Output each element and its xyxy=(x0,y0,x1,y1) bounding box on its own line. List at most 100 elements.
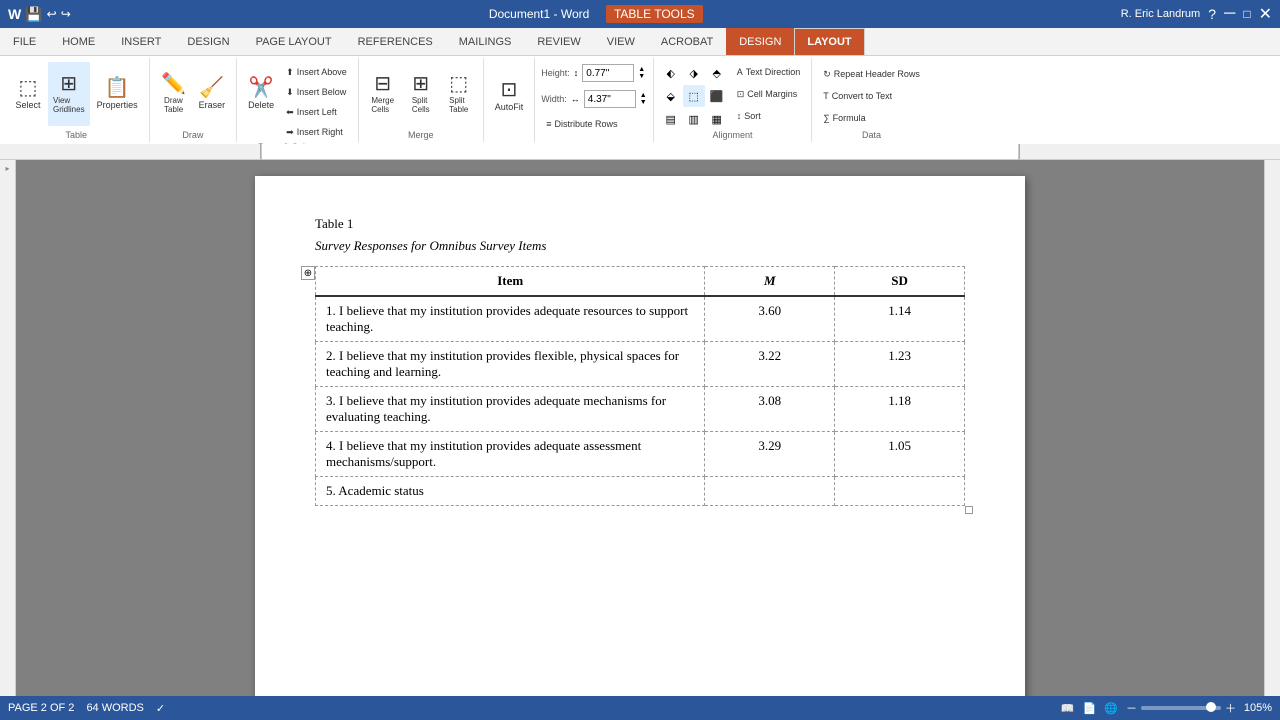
ruler xyxy=(0,144,1280,160)
row2-sd: 1.23 xyxy=(835,342,965,387)
tab-review[interactable]: REVIEW xyxy=(524,28,593,55)
convert-to-text-icon: T xyxy=(823,91,829,101)
text-direction-btn[interactable]: A Text Direction xyxy=(732,62,806,82)
merge-cells-btn[interactable]: ⊟ MergeCells xyxy=(365,62,401,126)
tab-home[interactable]: HOME xyxy=(49,28,108,55)
split-table-btn[interactable]: ⬚ SplitTable xyxy=(441,62,477,126)
repeat-header-btn[interactable]: ↻ Repeat Header Rows xyxy=(818,64,925,84)
table-move-handle[interactable]: ⊕ xyxy=(301,266,315,280)
row3-m: 3.08 xyxy=(705,387,835,432)
zoom-in-btn[interactable]: ＋ xyxy=(1225,700,1236,716)
tab-file[interactable]: FILE xyxy=(0,28,49,55)
redo-btn[interactable]: ↪ xyxy=(61,7,71,21)
align-mid-left[interactable]: ⬙ xyxy=(660,85,682,107)
row1-sd: 1.14 xyxy=(835,296,965,342)
height-row: Height: ↕ ▲ ▼ xyxy=(541,64,645,82)
height-input[interactable] xyxy=(582,64,634,82)
autofit-btn[interactable]: ⊡ AutoFit xyxy=(490,64,529,128)
insert-right-btn[interactable]: ➡ Insert Right xyxy=(281,122,352,142)
window-title: Document1 - Word TABLE TOOLS xyxy=(71,7,1121,21)
zoom-slider[interactable] xyxy=(1141,706,1221,710)
eraser-btn[interactable]: 🧹 Eraser xyxy=(194,62,231,126)
zoom-level[interactable]: 105% xyxy=(1240,702,1272,714)
tab-mailings[interactable]: MAILINGS xyxy=(446,28,525,55)
distribute-rows-btn[interactable]: ≡ Distribute Rows xyxy=(541,114,633,134)
row2-item: 2. I believe that my institution provide… xyxy=(316,342,705,387)
align-mid-center[interactable]: ⬚ xyxy=(683,85,705,107)
draw-group-label: Draw xyxy=(182,130,203,142)
height-down[interactable]: ▼ xyxy=(638,73,645,80)
undo-btn[interactable]: ↩ xyxy=(47,7,57,21)
tab-insert[interactable]: INSERT xyxy=(108,28,174,55)
align-mid-right[interactable]: ⬛ xyxy=(706,85,728,107)
height-up[interactable]: ▲ xyxy=(638,66,645,73)
merge-cells-icon: ⊟ xyxy=(374,74,391,94)
tab-design[interactable]: DESIGN xyxy=(174,28,242,55)
select-btn[interactable]: ⬚ Select xyxy=(10,62,46,126)
align-top-left[interactable]: ⬖ xyxy=(660,62,682,84)
table-row: 3. I believe that my institution provide… xyxy=(316,387,965,432)
sort-btn[interactable]: ↕ Sort xyxy=(732,106,806,126)
table-resize-handle[interactable] xyxy=(965,506,973,514)
text-direction-icon: A xyxy=(737,67,743,77)
properties-btn[interactable]: 📋 Properties xyxy=(92,62,143,126)
tab-acrobat[interactable]: ACROBAT xyxy=(648,28,726,55)
align-bot-left[interactable]: ▤ xyxy=(660,108,682,130)
help-btn[interactable]: ? xyxy=(1208,6,1216,22)
cell-width-icon: ↔ xyxy=(571,94,580,104)
width-down[interactable]: ▼ xyxy=(640,99,647,106)
status-right: 📖 📄 🌐 － ＋ 105% xyxy=(1061,700,1272,716)
status-left: PAGE 2 OF 2 64 WORDS ✓ xyxy=(8,702,165,715)
insert-left-btn[interactable]: ⬅ Insert Left xyxy=(281,102,352,122)
print-layout-btn[interactable]: 📄 xyxy=(1083,702,1097,715)
autofit-icon: ⊡ xyxy=(501,80,518,100)
proofing-icon[interactable]: ✓ xyxy=(156,702,165,715)
cell-margins-btn[interactable]: ⊡ Cell Margins xyxy=(732,84,806,104)
ribbon-group-alignment: ⬖ ⬗ ⬘ ⬙ ⬚ ⬛ ▤ ▥ ▦ A Text Direction ⊡ xyxy=(654,58,813,142)
quick-save[interactable]: 💾 xyxy=(25,6,42,23)
width-up[interactable]: ▲ xyxy=(640,92,647,99)
row5-m xyxy=(705,477,835,506)
tab-references[interactable]: REFERENCES xyxy=(345,28,446,55)
split-table-icon: ⬚ xyxy=(449,74,468,94)
row4-m: 3.29 xyxy=(705,432,835,477)
title-bar: W 💾 ↩ ↪ Document1 - Word TABLE TOOLS R. … xyxy=(0,0,1280,28)
align-top-right[interactable]: ⬘ xyxy=(706,62,728,84)
width-input[interactable] xyxy=(584,90,636,108)
close-btn[interactable]: ✕ xyxy=(1259,4,1272,24)
insert-above-btn[interactable]: ⬆ Insert Above xyxy=(281,62,352,82)
row1-m: 3.60 xyxy=(705,296,835,342)
view-gridlines-btn[interactable]: ⊞ ViewGridlines xyxy=(48,62,90,126)
formula-btn[interactable]: ∑ Formula xyxy=(818,108,870,128)
main-area: ▸ Table 1 Survey Responses for Omnibus S… xyxy=(0,160,1280,696)
minimize-btn[interactable]: ─ xyxy=(1224,5,1235,23)
properties-icon: 📋 xyxy=(105,78,130,98)
table-row: 4. I believe that my institution provide… xyxy=(316,432,965,477)
align-bot-right[interactable]: ▦ xyxy=(706,108,728,130)
tab-design-table[interactable]: DESIGN xyxy=(726,28,794,55)
table-title: Survey Responses for Omnibus Survey Item… xyxy=(315,238,965,254)
ribbon-group-table: ⬚ Select ⊞ ViewGridlines 📋 Properties Ta… xyxy=(4,58,150,142)
tab-view[interactable]: VIEW xyxy=(594,28,648,55)
web-layout-btn[interactable]: 🌐 xyxy=(1104,702,1118,715)
insert-below-btn[interactable]: ⬇ Insert Below xyxy=(281,82,352,102)
insert-left-icon: ⬅ xyxy=(286,107,294,118)
formula-icon: ∑ xyxy=(823,113,829,123)
zoom-out-btn[interactable]: － xyxy=(1126,700,1137,716)
zoom-thumb xyxy=(1206,702,1216,712)
restore-btn[interactable]: □ xyxy=(1243,7,1250,21)
read-mode-btn[interactable]: 📖 xyxy=(1061,702,1075,715)
word-icon: W xyxy=(8,6,21,22)
split-cells-btn[interactable]: ⊞ SplitCells xyxy=(403,62,439,126)
ribbon-content: ⬚ Select ⊞ ViewGridlines 📋 Properties Ta… xyxy=(0,56,1280,144)
convert-to-text-btn[interactable]: T Convert to Text xyxy=(818,86,897,106)
delete-btn[interactable]: ✂️ Delete xyxy=(243,62,279,126)
draw-table-btn[interactable]: ✏️ DrawTable xyxy=(156,62,192,126)
tab-layout-table[interactable]: LAYOUT xyxy=(794,28,864,55)
table-row: 2. I believe that my institution provide… xyxy=(316,342,965,387)
align-top-center[interactable]: ⬗ xyxy=(683,62,705,84)
document-area[interactable]: Table 1 Survey Responses for Omnibus Sur… xyxy=(16,160,1264,696)
left-sidebar: ▸ xyxy=(0,160,16,696)
tab-page-layout[interactable]: PAGE LAYOUT xyxy=(243,28,345,55)
align-bot-center[interactable]: ▥ xyxy=(683,108,705,130)
